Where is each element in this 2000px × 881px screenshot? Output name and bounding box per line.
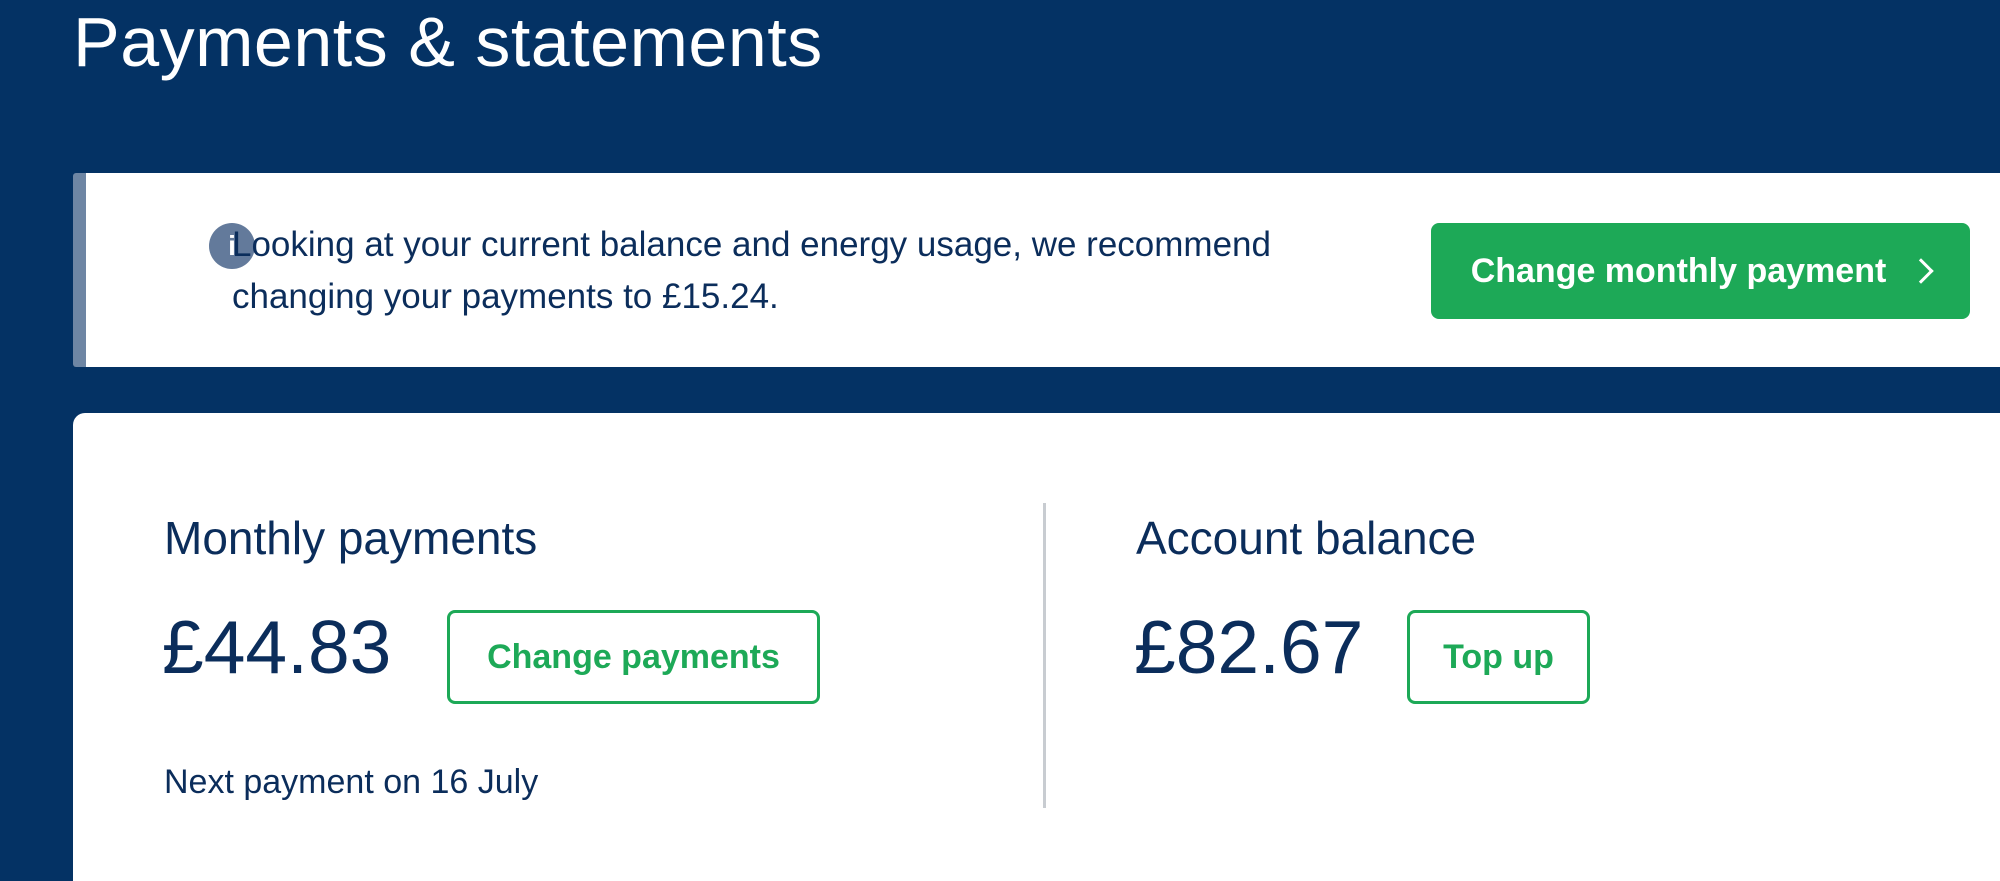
monthly-payment-amount: £44.83 [162,605,392,689]
next-payment-date: Next payment on 16 July [164,763,539,801]
top-up-button[interactable]: Top up [1407,610,1590,704]
chevron-right-icon [1908,258,1935,284]
section-divider [1043,503,1046,808]
recommendation-banner: i Looking at your current balance and en… [73,173,2000,367]
change-monthly-payment-button[interactable]: Change monthly payment [1431,223,1970,319]
monthly-payments-heading: Monthly payments [164,512,538,564]
account-balance-heading: Account balance [1136,512,1477,564]
change-payments-button[interactable]: Change payments [447,610,820,704]
recommendation-message: Looking at your current balance and ener… [232,225,1271,316]
account-balance-amount: £82.67 [1134,605,1364,689]
page-title: Payments & statements [73,3,823,81]
payments-summary-card: Monthly payments £44.83 Change payments … [73,413,2000,881]
change-monthly-payment-label: Change monthly payment [1470,251,1887,290]
